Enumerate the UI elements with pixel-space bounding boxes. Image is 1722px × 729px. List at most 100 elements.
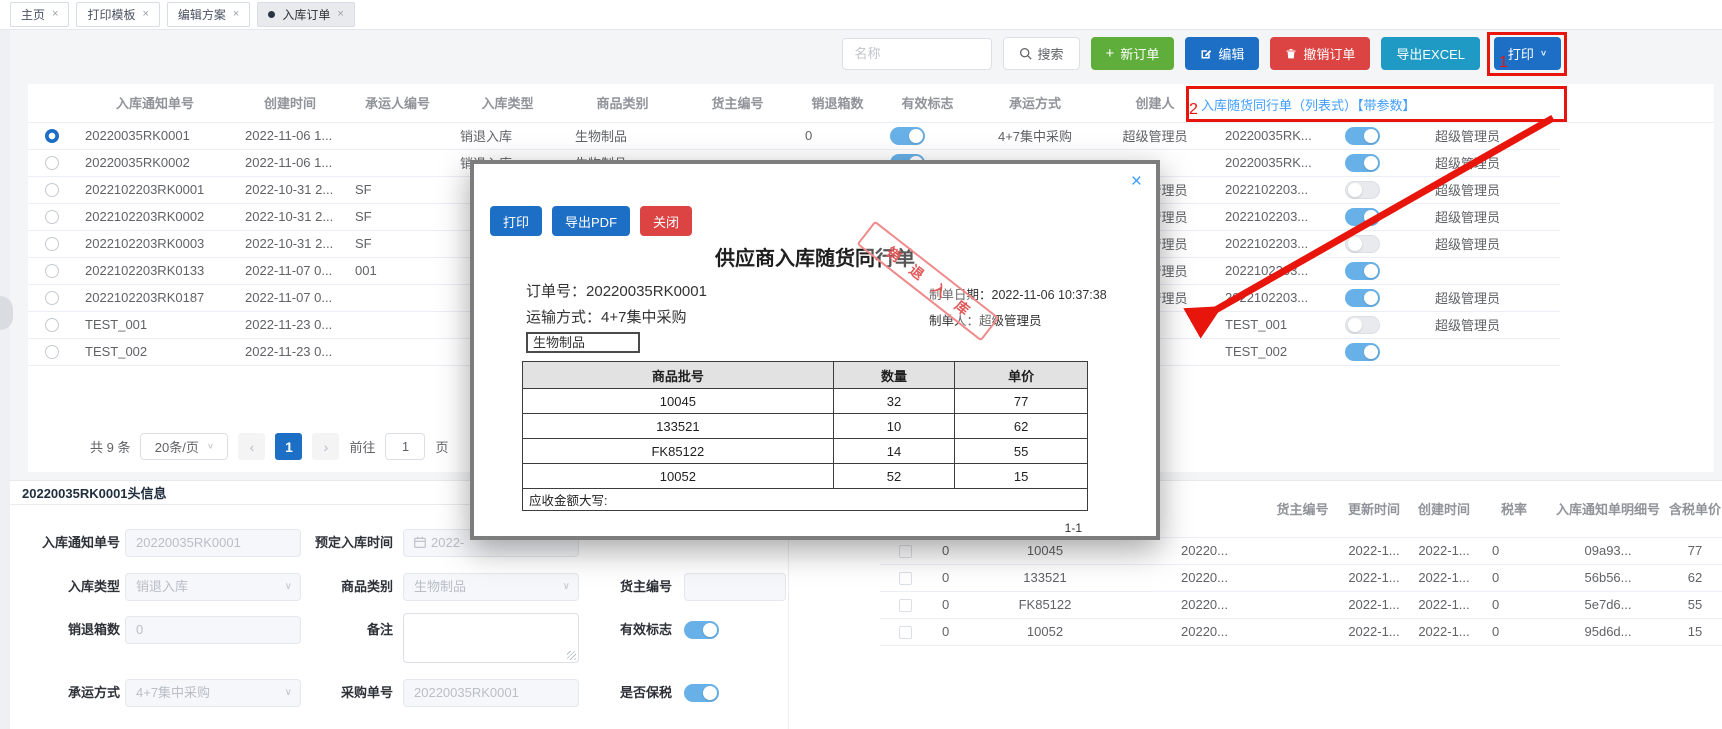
tab-edit-scheme[interactable]: 编辑方案 × xyxy=(166,2,251,27)
next-page-button[interactable]: › xyxy=(312,433,340,460)
goods-category-select[interactable]: 生物制品 ∨ xyxy=(403,573,579,601)
row-checkbox-cell[interactable] xyxy=(880,618,930,646)
dialog-close-button[interactable]: 关闭 xyxy=(640,206,693,236)
cell: 20220... xyxy=(1155,591,1265,619)
edit-button[interactable]: 编辑 xyxy=(1185,37,1260,70)
button-label: 新订单 xyxy=(1120,47,1160,62)
dialog-export-pdf-button[interactable]: 导出PDF xyxy=(552,206,631,236)
cell: FK85122 xyxy=(522,438,834,464)
close-icon[interactable]: × xyxy=(233,9,239,20)
document-title: 供应商入库随货同行单 xyxy=(715,248,915,270)
radio-icon[interactable] xyxy=(44,291,59,306)
row-select-cell[interactable] xyxy=(28,284,75,312)
radio-icon[interactable] xyxy=(44,129,59,144)
tab-home[interactable]: 主页 × xyxy=(10,2,70,27)
flag-toggle[interactable] xyxy=(1345,342,1380,361)
return-boxes-input[interactable]: 0 xyxy=(125,616,301,644)
close-icon[interactable]: × xyxy=(142,9,148,20)
print-menu-item-list-style[interactable]: 入库随货同行单（列表式）【带参数】 xyxy=(1186,86,1567,122)
notice-no-input[interactable]: 20220035RK0001 xyxy=(125,529,301,557)
flag-toggle[interactable] xyxy=(1345,234,1380,253)
sidebar-handle[interactable] xyxy=(0,296,13,330)
radio-icon[interactable] xyxy=(44,210,59,225)
new-order-button[interactable]: + 新订单 xyxy=(1090,37,1175,70)
cell: FK85122 xyxy=(995,591,1095,619)
row-select-cell[interactable] xyxy=(28,176,75,204)
search-input[interactable] xyxy=(841,37,992,70)
flag-toggle[interactable] xyxy=(1345,288,1380,307)
cell: 2022-1... xyxy=(1408,564,1480,592)
row-select-cell[interactable] xyxy=(28,311,75,339)
dialog-close-icon[interactable]: × xyxy=(1131,172,1142,191)
radio-icon[interactable] xyxy=(44,237,59,252)
search-button[interactable]: 搜索 xyxy=(1002,37,1080,70)
tab-print-template[interactable]: 打印模板 × xyxy=(76,2,160,27)
flag-toggle[interactable] xyxy=(1345,315,1380,334)
checkbox-icon[interactable] xyxy=(898,626,912,640)
cell: 0 xyxy=(930,591,995,619)
row-checkbox-cell[interactable] xyxy=(880,537,930,565)
cell: 133521 xyxy=(995,564,1095,592)
cell: 2022-10-31 2... xyxy=(235,230,345,258)
dialog-print-button[interactable]: 打印 xyxy=(490,206,543,236)
print-preview-dialog: × 打印 导出PDF 关闭 供应商入库随货同行单 订单号：20220035RK0… xyxy=(470,160,1160,540)
carry-method-select[interactable]: 4+7集中采购 ∨ xyxy=(125,679,301,707)
row-checkbox-cell[interactable] xyxy=(880,564,930,592)
close-icon[interactable]: × xyxy=(337,9,343,20)
export-excel-button[interactable]: 导出EXCEL xyxy=(1381,37,1480,70)
prev-page-button[interactable]: ‹ xyxy=(238,433,266,460)
page-size-select[interactable]: 20条/页 ∨ xyxy=(140,433,229,460)
flag-toggle[interactable] xyxy=(1345,126,1380,145)
valid-toggle[interactable] xyxy=(890,126,925,145)
inbound-type-select[interactable]: 销退入库 ∨ xyxy=(125,573,301,601)
cell: SF xyxy=(345,203,450,231)
row-select-cell[interactable] xyxy=(28,257,75,285)
flag-toggle[interactable] xyxy=(1345,207,1380,226)
cell: TEST_001 xyxy=(1215,311,1335,339)
radio-icon[interactable] xyxy=(44,264,59,279)
row-select-cell[interactable] xyxy=(28,230,75,258)
row-checkbox-cell[interactable] xyxy=(880,591,930,619)
row-select-cell[interactable] xyxy=(28,203,75,231)
bonded-toggle[interactable] xyxy=(684,684,719,702)
cell: 2022-11-23 0... xyxy=(235,338,345,366)
po-no-input[interactable]: 20220035RK0001 xyxy=(403,679,579,707)
table-row: 0 10052 20220... 2022-1... 2022-1... 0 95d6d..… xyxy=(880,618,1722,646)
cell: 2022102203RK0001 xyxy=(75,176,235,204)
checkbox-icon[interactable] xyxy=(898,572,912,586)
row-select-cell[interactable] xyxy=(28,122,75,150)
cell: 2022-11-07 0... xyxy=(235,284,345,312)
flag-toggle[interactable] xyxy=(1345,261,1380,280)
valid-flag-toggle[interactable] xyxy=(684,621,719,639)
radio-icon[interactable] xyxy=(44,345,59,360)
flag-cell xyxy=(1335,203,1425,231)
cell: 0 xyxy=(1480,618,1548,646)
cell: 0 xyxy=(1480,591,1548,619)
remark-textarea[interactable] xyxy=(403,613,579,663)
table-footer-row: 应收金额大写: xyxy=(522,488,1088,511)
checkbox-icon[interactable] xyxy=(898,545,912,559)
owner-no-input[interactable] xyxy=(684,573,786,601)
close-icon[interactable]: × xyxy=(52,9,58,20)
row-select-cell[interactable] xyxy=(28,149,75,177)
radio-icon[interactable] xyxy=(44,318,59,333)
cell: 4+7集中采购 xyxy=(975,122,1095,150)
checkbox-icon[interactable] xyxy=(898,599,912,613)
page-1-button[interactable]: 1 xyxy=(275,433,303,460)
cell: 2022-11-06 1... xyxy=(235,149,345,177)
cancel-order-button[interactable]: 撤销订单 xyxy=(1270,37,1371,70)
flag-toggle[interactable] xyxy=(1345,180,1380,199)
cell: 生物制品 xyxy=(565,122,680,150)
cell: 2022102203... xyxy=(1215,203,1335,231)
column-header: 入库通知单明细号 xyxy=(1548,483,1668,538)
flag-toggle[interactable] xyxy=(1345,153,1380,172)
tab-inbound-orders[interactable]: 入库订单 × xyxy=(257,2,355,27)
goto-page-input[interactable] xyxy=(385,433,426,460)
radio-icon[interactable] xyxy=(44,183,59,198)
cell xyxy=(680,122,795,150)
row-select-cell[interactable] xyxy=(28,338,75,366)
radio-icon[interactable] xyxy=(44,156,59,171)
category-box: 生物制品 xyxy=(526,332,640,353)
chevron-down-icon: ∨ xyxy=(206,442,215,451)
cell: 2022102203RK0003 xyxy=(75,230,235,258)
